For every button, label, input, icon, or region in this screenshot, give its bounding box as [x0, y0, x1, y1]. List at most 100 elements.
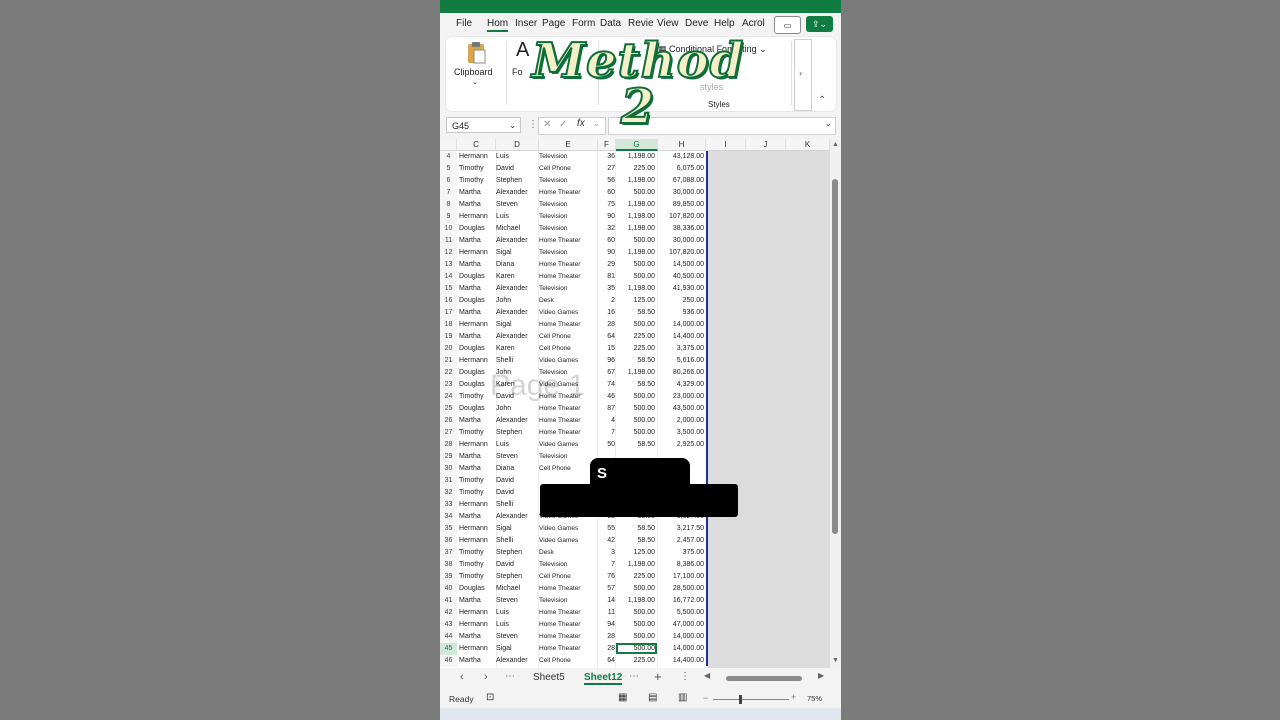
table-row[interactable]: 20 Douglas Karen Cell Phone 15 225.00 3,375.00 — [440, 343, 710, 355]
table-row[interactable]: 13 Martha Diana Home Theater 29 500.00 14,500.… — [440, 259, 710, 271]
table-cell[interactable]: 3,375.00 — [658, 343, 704, 355]
row-number[interactable]: 14 — [440, 271, 457, 283]
table-cell[interactable]: 500.00 — [617, 391, 655, 403]
table-cell[interactable]: 14,000.00 — [658, 643, 704, 655]
more-sheets-icon[interactable]: ⋯ — [629, 671, 639, 682]
table-cell[interactable]: Douglas — [459, 223, 497, 235]
table-cell[interactable]: Michael — [496, 223, 538, 235]
table-cell[interactable]: Timothy — [459, 487, 497, 499]
table-cell[interactable]: Luis — [496, 211, 538, 223]
table-cell[interactable]: 30,000.00 — [658, 187, 704, 199]
table-cell[interactable]: Douglas — [459, 343, 497, 355]
table-cell[interactable]: 225.00 — [617, 343, 655, 355]
table-cell[interactable]: 107,820.00 — [658, 247, 704, 259]
table-cell[interactable]: 64 — [598, 331, 615, 343]
spreadsheet-grid[interactable]: Page 1 ▲ ▼ C D E F G H I J K 4 Hermann Luis Televisi… — [440, 139, 841, 669]
table-cell[interactable]: Video Games — [539, 523, 596, 535]
table-cell[interactable]: Cell Phone — [539, 463, 596, 475]
zoom-slider-thumb[interactable] — [739, 695, 742, 704]
table-row[interactable]: 25 Douglas John Home Theater 87 500.00 43,500.… — [440, 403, 710, 415]
row-number[interactable]: 30 — [440, 463, 457, 475]
table-cell[interactable]: Television — [539, 451, 596, 463]
table-cell[interactable]: 375.00 — [658, 547, 704, 559]
table-cell[interactable]: Cell Phone — [539, 655, 596, 667]
table-cell[interactable]: 35 — [598, 283, 615, 295]
column-header-c[interactable]: C — [457, 139, 496, 151]
table-cell[interactable]: 58.50 — [617, 379, 655, 391]
share-button[interactable]: ⇪⌄ — [806, 16, 833, 32]
table-cell[interactable]: Luis — [496, 439, 538, 451]
table-cell[interactable]: Television — [539, 199, 596, 211]
menu-tab-data[interactable]: Data — [600, 18, 621, 29]
table-cell[interactable]: Luis — [496, 607, 538, 619]
menu-tab-file[interactable]: File — [456, 18, 472, 29]
table-cell[interactable]: Martha — [459, 187, 497, 199]
table-cell[interactable]: 14,500.00 — [658, 259, 704, 271]
table-cell[interactable]: 46 — [598, 391, 615, 403]
table-cell[interactable]: 58.50 — [617, 535, 655, 547]
scroll-down-icon[interactable]: ▼ — [832, 657, 839, 664]
table-cell[interactable]: 90 — [598, 247, 615, 259]
table-cell[interactable]: 500.00 — [617, 235, 655, 247]
table-cell[interactable]: Douglas — [459, 295, 497, 307]
table-cell[interactable]: Home Theater — [539, 631, 596, 643]
table-cell[interactable]: 17,100.00 — [658, 571, 704, 583]
table-cell[interactable]: Martha — [459, 283, 497, 295]
table-cell[interactable]: 60 — [598, 187, 615, 199]
table-cell[interactable]: 43,128.00 — [658, 151, 704, 163]
table-row[interactable]: 6 Timothy Stephen Television 56 1,198.00 67,08… — [440, 175, 710, 187]
table-cell[interactable]: Steven — [496, 199, 538, 211]
table-cell[interactable]: Martha — [459, 511, 497, 523]
row-number[interactable]: 39 — [440, 571, 457, 583]
table-cell[interactable]: 14,000.00 — [658, 631, 704, 643]
table-cell[interactable]: 55 — [598, 523, 615, 535]
table-cell[interactable]: 40,500.00 — [658, 271, 704, 283]
menu-tab-acrol[interactable]: Acrol — [742, 18, 765, 29]
row-number[interactable]: 13 — [440, 259, 457, 271]
table-row[interactable]: 8 Martha Steven Television 75 1,198.00 89,850.… — [440, 199, 710, 211]
menu-tab-help[interactable]: Help — [714, 18, 735, 29]
row-number[interactable]: 46 — [440, 655, 457, 667]
table-cell[interactable]: Alexander — [496, 283, 538, 295]
ribbon-scroll-right[interactable]: › — [794, 39, 812, 111]
table-cell[interactable]: 500.00 — [617, 271, 655, 283]
table-cell[interactable]: 16 — [598, 307, 615, 319]
table-cell[interactable]: 57 — [598, 583, 615, 595]
table-cell[interactable]: Alexander — [496, 655, 538, 667]
table-row[interactable]: 46 Martha Alexander Cell Phone 64 225.00 14,40… — [440, 655, 710, 667]
table-cell[interactable]: Luis — [496, 619, 538, 631]
table-cell[interactable]: 14,400.00 — [658, 331, 704, 343]
table-cell[interactable]: Hermann — [459, 499, 497, 511]
table-cell[interactable]: Timothy — [459, 391, 497, 403]
row-number[interactable]: 38 — [440, 559, 457, 571]
row-number[interactable]: 27 — [440, 427, 457, 439]
table-cell[interactable]: Steven — [496, 631, 538, 643]
row-number[interactable]: 37 — [440, 547, 457, 559]
table-cell[interactable]: Home Theater — [539, 619, 596, 631]
table-cell[interactable]: Karen — [496, 379, 538, 391]
table-cell[interactable]: 94 — [598, 619, 615, 631]
page-layout-icon[interactable]: ▤ — [648, 692, 657, 703]
tab-sheet12[interactable]: Sheet12 — [584, 672, 623, 685]
row-number[interactable]: 40 — [440, 583, 457, 595]
menu-tab-form[interactable]: Form — [572, 18, 595, 29]
row-number[interactable]: 15 — [440, 283, 457, 295]
table-row[interactable]: 19 Martha Alexander Cell Phone 64 225.00 14,40… — [440, 331, 710, 343]
table-cell[interactable]: David — [496, 391, 538, 403]
table-cell[interactable]: Douglas — [459, 367, 497, 379]
table-cell[interactable]: 500.00 — [617, 619, 655, 631]
page-break-preview-icon[interactable]: ▥ — [678, 692, 687, 703]
table-cell[interactable]: 3 — [598, 547, 615, 559]
table-cell[interactable]: Video Games — [539, 355, 596, 367]
table-row[interactable]: 27 Timothy Stephen Home Theater 7 500.00 3,500… — [440, 427, 710, 439]
row-number[interactable]: 31 — [440, 475, 457, 487]
table-cell[interactable]: 58.50 — [617, 307, 655, 319]
table-cell[interactable]: Diana — [496, 463, 538, 475]
table-cell[interactable]: 936.00 — [658, 307, 704, 319]
table-cell[interactable]: Alexander — [496, 307, 538, 319]
row-number[interactable]: 36 — [440, 535, 457, 547]
collapse-ribbon-icon[interactable]: ⌃ — [818, 95, 826, 106]
table-cell[interactable]: Douglas — [459, 403, 497, 415]
table-cell[interactable]: 2,457.00 — [658, 535, 704, 547]
table-row[interactable]: 40 Douglas Michael Home Theater 57 500.00 28,5… — [440, 583, 710, 595]
